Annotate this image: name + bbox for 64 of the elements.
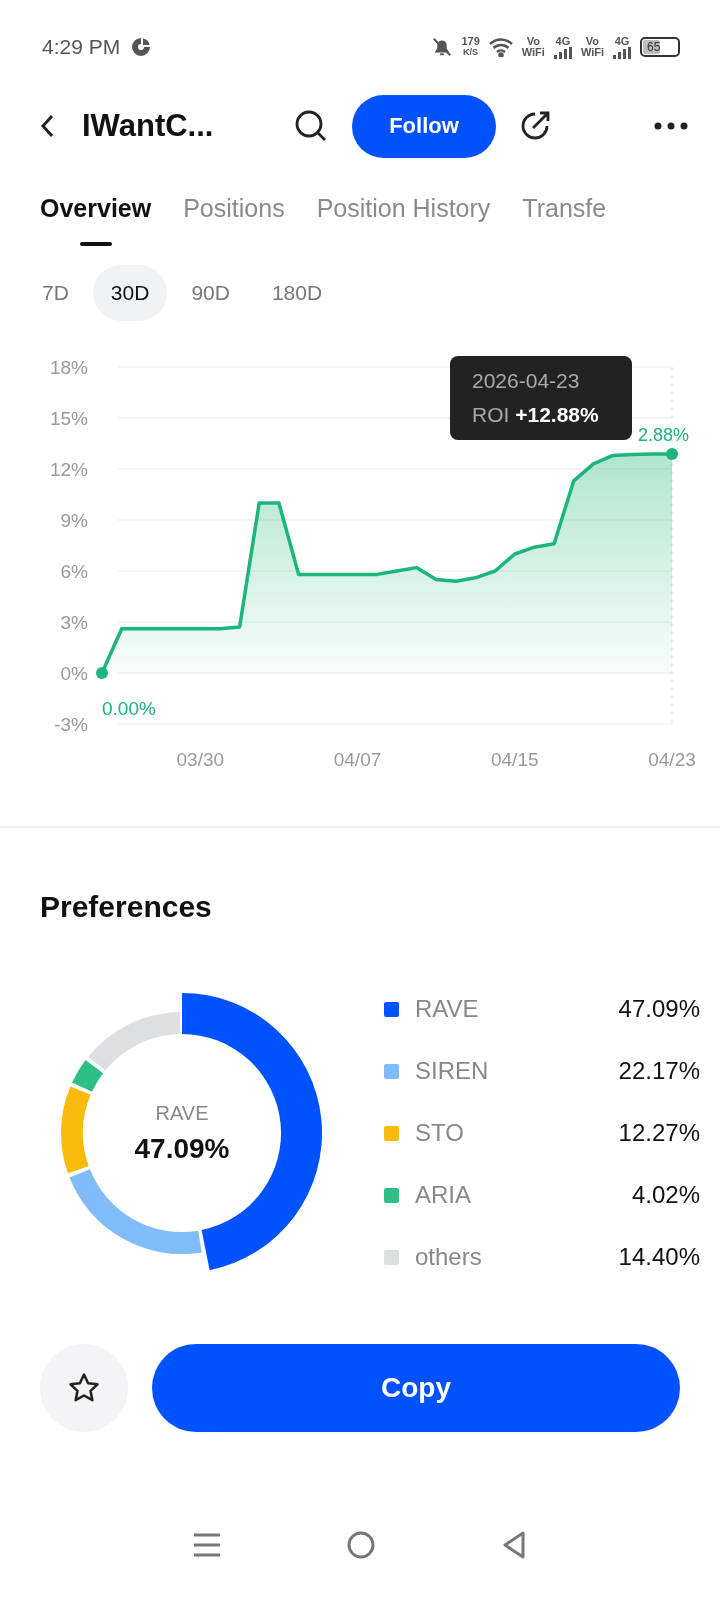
legend-value: 12.27% — [618, 1119, 700, 1147]
legend-value: 14.40% — [618, 1243, 700, 1271]
y-axis-label: 0% — [60, 663, 88, 684]
legend-value: 22.17% — [618, 1057, 700, 1085]
period-button[interactable]: 7D — [24, 265, 87, 321]
end-value-label: 2.88% — [638, 425, 690, 445]
end-point — [666, 448, 678, 461]
legend-name: STO — [415, 1119, 464, 1147]
wifi-icon — [487, 37, 514, 57]
tab[interactable]: Transfe — [522, 180, 607, 236]
tab-indicator — [79, 242, 112, 246]
donut-center-label: RAVE — [155, 1101, 209, 1125]
bell-off-icon — [431, 36, 454, 58]
tab[interactable]: Position History — [316, 180, 491, 236]
trader-name: IWantC... — [82, 108, 215, 144]
y-axis-label: 9% — [60, 510, 88, 531]
y-axis-label: -3% — [54, 714, 88, 735]
network-type: 4G — [614, 35, 630, 47]
status-time: 4:29 PM — [42, 35, 121, 59]
signal-icon — [612, 46, 632, 59]
x-axis-label: 03/30 — [176, 749, 225, 770]
sim-label: Vo — [585, 36, 600, 47]
y-axis-label: 3% — [60, 612, 88, 633]
tab[interactable]: Positions — [183, 180, 285, 236]
menu-button[interactable] — [192, 1532, 221, 1558]
y-axis-label: 15% — [49, 408, 88, 429]
x-axis-label: 04/15 — [491, 749, 539, 770]
sim-label: Vo — [526, 36, 540, 47]
back-nav-button[interactable] — [501, 1530, 528, 1560]
battery-level: 65 — [643, 40, 661, 54]
y-axis-label: 12% — [49, 459, 88, 480]
period-button[interactable]: 90D — [173, 265, 248, 321]
legend-name: others — [415, 1243, 482, 1271]
network-speed: 179 — [461, 36, 480, 47]
sim-label: WiFi — [580, 47, 604, 58]
more-button[interactable] — [654, 122, 688, 130]
period-button[interactable]: 30D — [92, 265, 168, 321]
legend-value: 4.02% — [631, 1181, 700, 1209]
period-button[interactable]: 180D — [253, 265, 341, 321]
donut-center-value: 47.09% — [134, 1132, 230, 1165]
tooltip-date: 2026-04-23 — [472, 368, 581, 394]
home-button[interactable] — [346, 1530, 376, 1560]
search-button[interactable] — [294, 109, 328, 143]
data-saver-icon — [130, 36, 153, 58]
network-type: 4G — [555, 35, 571, 47]
start-point — [96, 667, 108, 679]
x-axis-label: 04/07 — [333, 749, 382, 770]
y-axis-label: 6% — [60, 561, 88, 582]
follow-button[interactable]: Follow — [352, 94, 496, 158]
legend-name: SIREN — [415, 1057, 489, 1085]
signal-icon — [552, 46, 573, 59]
copy-button[interactable]: Copy — [152, 1344, 680, 1432]
start-value-label: 0.00% — [102, 698, 156, 719]
legend-value: 47.09% — [618, 995, 700, 1023]
tooltip-roi: ROI +12.88% — [472, 402, 600, 428]
legend-name: ARIA — [415, 1181, 471, 1209]
legend-name: RAVE — [415, 995, 479, 1023]
section-title: Preferences — [39, 889, 213, 925]
sim-label: WiFi — [521, 47, 545, 58]
star-icon — [67, 1371, 101, 1405]
tab[interactable]: Overview — [40, 180, 152, 236]
x-axis-label: 04/23 — [648, 749, 696, 770]
y-axis-label: 18% — [49, 357, 88, 378]
network-speed-unit: K/S — [463, 47, 479, 58]
